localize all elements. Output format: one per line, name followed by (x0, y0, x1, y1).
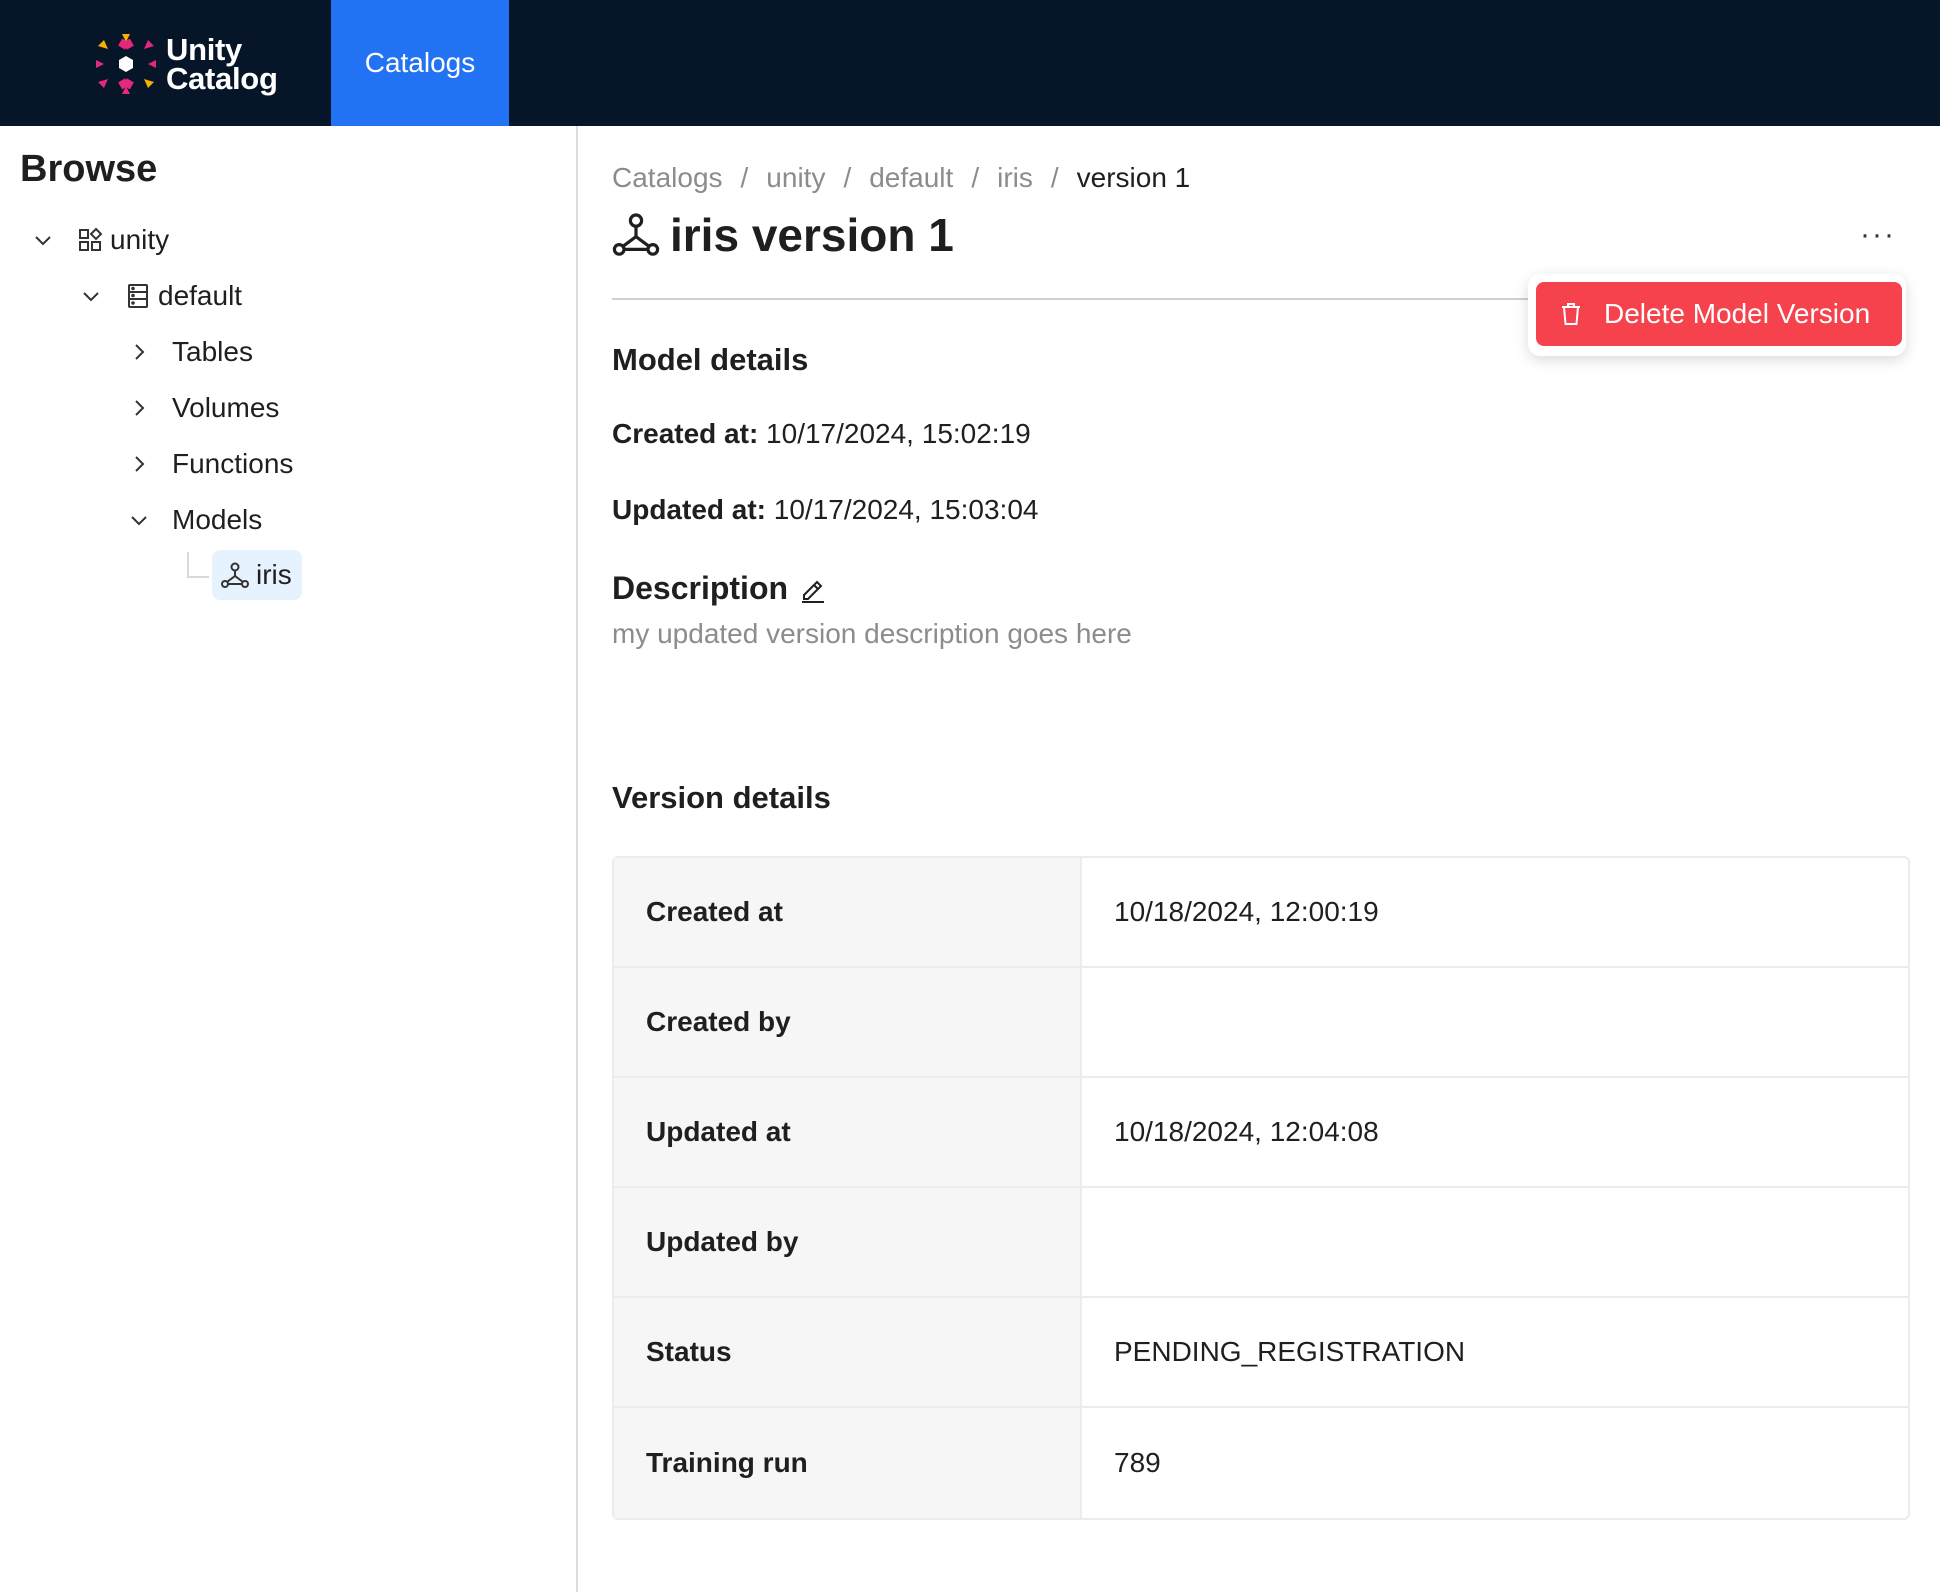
model-icon (612, 211, 660, 259)
tree-item-unity[interactable]: unity (28, 216, 169, 264)
table-row: Updated at 10/18/2024, 12:04:08 (614, 1078, 1908, 1188)
table-value (1082, 1188, 1908, 1296)
table-row: Created by (614, 968, 1908, 1078)
unity-catalog-logo[interactable]: Unity Catalog (94, 32, 278, 96)
table-row: Training run 789 (614, 1408, 1908, 1518)
tree-item-functions[interactable]: Functions (124, 440, 293, 488)
created-at-label: Created at: (612, 418, 759, 449)
updated-at-label: Updated at: (612, 494, 766, 525)
edit-pencil-icon[interactable] (798, 574, 828, 604)
logo-line-2: Catalog (166, 61, 278, 96)
breadcrumb-current: version 1 (1076, 162, 1191, 193)
table-key: Updated at (614, 1078, 1082, 1186)
nav-tab-catalogs[interactable]: Catalogs (331, 0, 509, 126)
tree-item-label: iris (256, 559, 292, 590)
description-heading-text: Description (612, 570, 789, 606)
table-row: Created at 10/18/2024, 12:00:19 (614, 858, 1908, 968)
more-actions-button[interactable]: ··· (1860, 218, 1896, 252)
page-title: iris version 1 (612, 208, 954, 262)
table-key: Status (614, 1298, 1082, 1406)
delete-model-version-button[interactable]: Delete Model Version (1536, 282, 1902, 346)
table-key: Updated by (614, 1188, 1082, 1296)
catalog-icon (76, 226, 104, 254)
version-details-table: Created at 10/18/2024, 12:00:19 Created … (612, 856, 1910, 1520)
breadcrumb-iris[interactable]: iris (997, 162, 1033, 194)
tree-item-label: Models (172, 504, 263, 535)
logo-mark-icon (96, 34, 156, 94)
breadcrumb-catalogs[interactable]: Catalogs (612, 162, 723, 194)
breadcrumb-unity[interactable]: unity (766, 162, 825, 194)
logo-line-1: Unity (166, 32, 243, 67)
sidebar: Browse unity default Tables Volumes Func… (0, 126, 578, 1592)
tree-item-default[interactable]: default (76, 272, 242, 320)
tree-item-label: Volumes (172, 392, 280, 423)
title-divider (612, 298, 1532, 300)
created-at-value: 10/17/2024, 15:02:19 (766, 418, 1031, 449)
table-value (1082, 968, 1908, 1076)
table-value: 789 (1114, 1447, 1161, 1478)
tree-item-label: unity (110, 224, 170, 255)
table-row: Updated by (614, 1188, 1908, 1298)
chevron-down-icon[interactable] (28, 225, 58, 255)
top-bar: Unity Catalog Catalogs (0, 0, 1940, 126)
schema-icon (124, 282, 152, 310)
breadcrumb-separator: / (843, 162, 852, 193)
table-value: 10/18/2024, 12:04:08 (1114, 1116, 1379, 1147)
tree-item-label: default (158, 280, 243, 311)
page-title-text: iris version 1 (670, 209, 954, 261)
chevron-right-icon[interactable] (124, 337, 154, 367)
chevron-down-icon[interactable] (124, 505, 154, 535)
table-value: PENDING_REGISTRATION (1114, 1336, 1466, 1367)
model-icon (220, 560, 250, 590)
breadcrumb-default[interactable]: default (869, 162, 953, 194)
table-key: Training run (614, 1408, 1082, 1518)
chevron-down-icon[interactable] (76, 281, 106, 311)
table-key: Created by (614, 968, 1082, 1076)
chevron-right-icon[interactable] (124, 449, 154, 479)
tree-item-iris[interactable]: iris (212, 550, 302, 600)
description-heading: Description (612, 570, 828, 607)
tree-item-volumes[interactable]: Volumes (124, 384, 279, 432)
created-at-line: Created at: 10/17/2024, 15:02:19 (612, 418, 1031, 450)
version-details-heading: Version details (612, 780, 831, 815)
delete-label: Delete Model Version (1604, 298, 1871, 329)
tree-item-tables[interactable]: Tables (124, 328, 253, 376)
description-text[interactable]: my updated version description goes here (612, 618, 1132, 650)
updated-at-line: Updated at: 10/17/2024, 15:03:04 (612, 494, 1038, 526)
chevron-right-icon[interactable] (124, 393, 154, 423)
model-details-heading: Model details (612, 342, 809, 377)
tree-item-models[interactable]: Models (124, 496, 262, 544)
breadcrumb-separator: / (971, 162, 980, 193)
tree-item-label: Functions (172, 448, 294, 479)
breadcrumb-separator: / (1050, 162, 1059, 193)
table-row: Status PENDING_REGISTRATION (614, 1298, 1908, 1408)
breadcrumb: Catalogs / unity / default / iris / vers… (612, 162, 1190, 194)
updated-at-value: 10/17/2024, 15:03:04 (773, 494, 1039, 525)
tree-item-label: Tables (172, 336, 253, 367)
breadcrumb-separator: / (740, 162, 749, 193)
actions-dropdown: Delete Model Version (1528, 274, 1906, 356)
browse-title: Browse (20, 148, 158, 190)
tree-connector (187, 552, 209, 578)
trash-icon (1558, 301, 1584, 327)
logo-text: Unity Catalog (166, 32, 278, 96)
table-value: 10/18/2024, 12:00:19 (1114, 896, 1379, 927)
table-key: Created at (614, 858, 1082, 966)
